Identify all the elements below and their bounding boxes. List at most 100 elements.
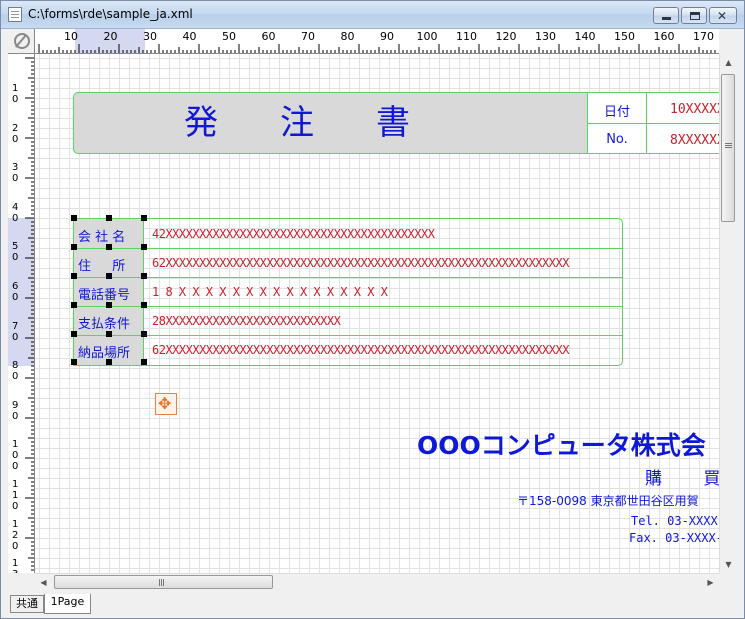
ruler-label: 5 bbox=[12, 241, 19, 253]
grip-icon bbox=[725, 143, 732, 144]
resize-handle[interactable] bbox=[71, 215, 77, 221]
row-value-address[interactable]: 62XXXXXXXXXXXXXXXXXXXXXXXXXXXXXXXXXXXXXX… bbox=[152, 256, 569, 270]
row-label-payment[interactable]: 支払条件 bbox=[78, 313, 144, 332]
tab-1page[interactable]: 1Page bbox=[44, 594, 91, 614]
horizontal-ruler: 10 20 30 40 50 60 70 80 90 100 110 120 130 140 150 160 1… bbox=[35, 29, 719, 54]
ruler-label: 0 bbox=[12, 461, 19, 473]
divider bbox=[74, 277, 622, 278]
ruler-label: 170 bbox=[693, 30, 714, 43]
ruler-label: 160 bbox=[653, 30, 675, 43]
divider bbox=[74, 248, 622, 249]
ruler-label: 1 bbox=[12, 83, 19, 94]
resize-handle[interactable] bbox=[106, 273, 112, 279]
resize-handle[interactable] bbox=[141, 331, 147, 337]
horizontal-scroll-thumb[interactable] bbox=[54, 575, 273, 589]
ruler-label: 10 bbox=[64, 30, 78, 43]
ruler-label: 1 bbox=[12, 518, 19, 530]
date-value[interactable]: 10XXXXXXXX bbox=[670, 102, 719, 117]
ruler-label: 80 bbox=[340, 30, 355, 43]
ruler-label: 100 bbox=[416, 30, 438, 43]
ruler-label: 0 bbox=[12, 292, 19, 303]
move-anchor-icon[interactable] bbox=[155, 393, 177, 415]
vertical-ruler: 10203040506070809010011012013 bbox=[8, 54, 35, 573]
minimize-button[interactable] bbox=[653, 7, 679, 24]
no-value[interactable]: 8XXXXXXX bbox=[670, 133, 719, 148]
company-name[interactable]: OOOコンピュータ株式会 bbox=[417, 426, 706, 462]
customer-info-table[interactable]: 会 社 名 42XXXXXXXXXXXXXXXXXXXXXXXXXXXXXXXX… bbox=[73, 218, 623, 366]
ruler-label: 2 bbox=[12, 122, 19, 134]
resize-handle[interactable] bbox=[106, 302, 112, 308]
resize-handle[interactable] bbox=[106, 331, 112, 337]
header-frame[interactable]: 発注書 日付 10XXXXXXXX No. 8XXXXXXX bbox=[73, 92, 719, 154]
scroll-right-icon[interactable]: ▶ bbox=[702, 574, 719, 591]
resize-handle[interactable] bbox=[141, 273, 147, 279]
minimize-icon bbox=[662, 17, 671, 20]
ruler-label: 0 bbox=[12, 501, 19, 512]
company-tel[interactable]: Tel. 03-XXXX- bbox=[631, 514, 719, 528]
ruler-label: 0 bbox=[12, 371, 19, 383]
title-bar[interactable]: C:\forms\rde\sample_ja.xml ✕ bbox=[1, 1, 744, 29]
ruler-label: 0 bbox=[12, 252, 19, 264]
scrollbar-corner bbox=[719, 573, 736, 590]
left-strip bbox=[1, 29, 8, 590]
row-value-payment[interactable]: 28XXXXXXXXXXXXXXXXXXXXXXXXXX bbox=[152, 314, 341, 328]
ruler-label: 0 bbox=[12, 133, 19, 145]
scroll-down-icon[interactable]: ▼ bbox=[720, 556, 737, 573]
window-title: C:\forms\rde\sample_ja.xml bbox=[28, 7, 193, 21]
ruler-label: 3 bbox=[12, 162, 19, 174]
horizontal-scrollbar[interactable]: ◀ ▶ bbox=[35, 573, 719, 590]
company-fax[interactable]: Fax. 03-XXXX- bbox=[629, 531, 719, 545]
ruler-label: 60 bbox=[261, 30, 276, 43]
ruler-label: 0 bbox=[12, 450, 19, 462]
company-address[interactable]: 〒158-0098 東京都世田谷区用賀 bbox=[517, 492, 699, 509]
resize-handle[interactable] bbox=[71, 302, 77, 308]
scroll-left-icon[interactable]: ◀ bbox=[35, 574, 52, 591]
resize-handle[interactable] bbox=[106, 244, 112, 250]
ruler-label: 3 bbox=[12, 570, 18, 573]
row-label-address[interactable]: 住 所 bbox=[78, 255, 144, 274]
resize-handle[interactable] bbox=[141, 244, 147, 250]
ruler-label: 0 bbox=[12, 540, 19, 552]
grip-icon bbox=[159, 579, 160, 586]
ruler-label: 0 bbox=[12, 94, 19, 105]
row-value-company[interactable]: 42XXXXXXXXXXXXXXXXXXXXXXXXXXXXXXXXXXXXXX… bbox=[152, 227, 435, 241]
close-button[interactable]: ✕ bbox=[709, 7, 737, 24]
ruler-label: 0 bbox=[12, 212, 19, 224]
resize-handle[interactable] bbox=[71, 359, 77, 365]
ruler-label: 50 bbox=[222, 30, 236, 43]
maximize-icon bbox=[690, 12, 700, 20]
ruler-label: 1 bbox=[12, 558, 19, 570]
row-label-company[interactable]: 会 社 名 bbox=[78, 226, 144, 245]
department-name[interactable]: 購 買 bbox=[645, 464, 719, 489]
resize-handle[interactable] bbox=[106, 359, 112, 365]
ruler-label: 4 bbox=[12, 201, 19, 213]
ruler-label: 1 bbox=[12, 439, 19, 451]
scroll-up-icon[interactable]: ▲ bbox=[720, 54, 737, 71]
ruler-label: 9 bbox=[12, 399, 19, 411]
no-label: No. bbox=[606, 132, 628, 147]
ruler-label: 0 bbox=[12, 173, 19, 185]
resize-handle[interactable] bbox=[106, 215, 112, 221]
resize-handle[interactable] bbox=[71, 244, 77, 250]
document-icon bbox=[8, 7, 22, 22]
row-value-delivery[interactable]: 62XXXXXXXXXXXXXXXXXXXXXXXXXXXXXXXXXXXXXX… bbox=[152, 343, 569, 357]
divider bbox=[74, 306, 622, 307]
row-label-phone[interactable]: 電話番号 bbox=[78, 284, 144, 303]
tab-common[interactable]: 共通 bbox=[10, 595, 44, 613]
row-value-phone[interactable]: 1 8 X X X X X X X X X X X X X X X X bbox=[152, 285, 388, 299]
resize-handle[interactable] bbox=[71, 331, 77, 337]
resize-handle[interactable] bbox=[141, 359, 147, 365]
maximize-button[interactable] bbox=[681, 7, 707, 24]
design-canvas[interactable]: 発注書 日付 10XXXXXXXX No. 8XXXXXXX 会 社 名 42X… bbox=[35, 54, 719, 573]
ruler-label: 90 bbox=[380, 30, 394, 43]
header-info-cells[interactable]: 日付 10XXXXXXXX No. 8XXXXXXX bbox=[587, 93, 719, 153]
vertical-scroll-thumb[interactable] bbox=[721, 74, 735, 222]
vertical-scrollbar[interactable]: ▲ ▼ bbox=[719, 54, 736, 573]
ruler-label: 150 bbox=[614, 30, 635, 43]
resize-handle[interactable] bbox=[71, 273, 77, 279]
ruler-label: 110 bbox=[456, 30, 477, 43]
ruler-label: 20 bbox=[103, 30, 118, 43]
resize-handle[interactable] bbox=[141, 302, 147, 308]
resize-handle[interactable] bbox=[141, 215, 147, 221]
ruler-corner[interactable] bbox=[8, 29, 35, 54]
